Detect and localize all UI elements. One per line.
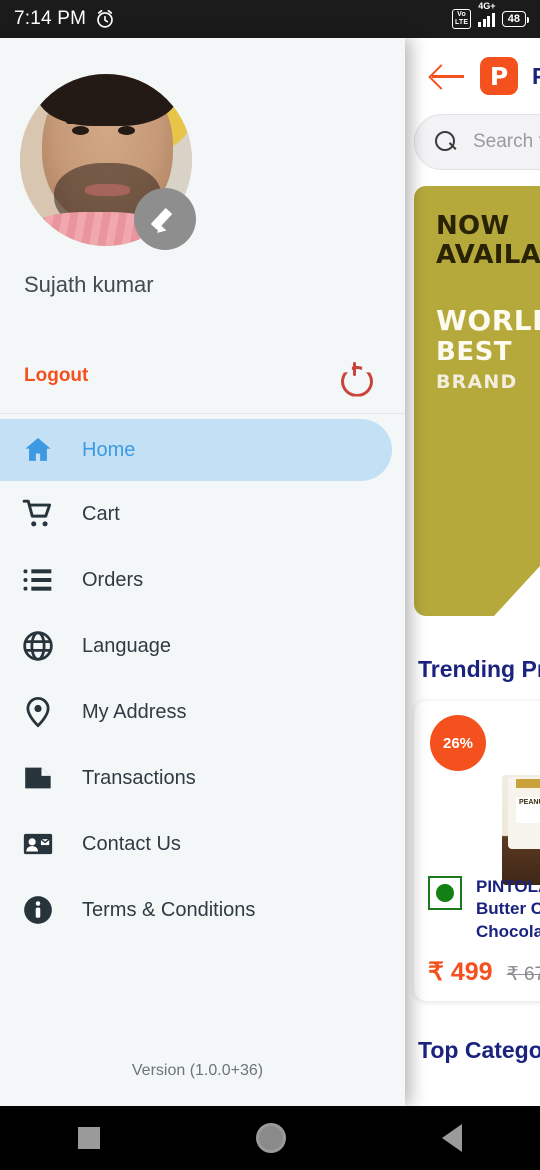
sidebar-item-label: Contact Us — [82, 832, 181, 855]
signal-strength-icon: 4G+ — [478, 1, 496, 27]
avatar-mouth — [85, 184, 131, 197]
globe-icon — [23, 631, 53, 661]
list-icon — [23, 569, 52, 591]
volte-badge: Vo LTE — [451, 9, 472, 29]
sidebar-item-language[interactable]: Language — [0, 613, 405, 679]
sidebar-item-cart[interactable]: Cart — [0, 481, 405, 547]
recents-square-icon[interactable] — [78, 1127, 100, 1149]
network-type-label: 4G+ — [478, 0, 496, 11]
discount-badge: 26% — [430, 715, 486, 771]
product-name-line-2: Butter Co — [476, 899, 540, 919]
location-pin-icon — [26, 696, 50, 728]
status-bar-right: Vo LTE 4G+ 48 — [451, 1, 530, 29]
sidebar-item-contact-us[interactable]: Contact Us — [0, 811, 405, 877]
status-bar: 7:14 PM Vo LTE 4G+ 48 — [0, 0, 540, 38]
sidebar-item-label: Home — [82, 438, 136, 461]
search-icon — [435, 131, 457, 153]
pencil-icon — [151, 205, 179, 233]
avatar-eye-left — [71, 125, 89, 135]
home-icon — [25, 438, 51, 461]
sidebar-item-home[interactable]: Home — [0, 419, 392, 481]
promo-banner[interactable]: NOW AVAILABLE WORLD'S BEST BRAND — [414, 186, 540, 616]
power-icon[interactable] — [339, 361, 369, 391]
trending-products-title: Trending Pro — [418, 656, 540, 682]
product-name-line-3: Chocolate — [476, 921, 540, 941]
avatar-brow-left — [66, 118, 90, 124]
avatar-brow-right — [114, 118, 138, 124]
banner-line-5: BRAND — [436, 371, 518, 394]
product-prices: ₹ 499 ₹ 674 — [428, 957, 540, 987]
user-name: Sujath kumar — [24, 272, 154, 297]
avatar-container — [20, 74, 196, 250]
banner-decorative-wedge — [494, 366, 540, 616]
logout-label: Logout — [24, 364, 89, 386]
product-card[interactable]: 26% PEANUT BUTTER PINTOLA Butter Co Choc… — [414, 701, 540, 1001]
product-name: PINTOLA Butter Co Chocolate — [476, 876, 540, 943]
avatar-hair — [37, 74, 179, 126]
sidebar-item-label: Terms & Conditions — [82, 898, 256, 921]
sidebar-item-terms-conditions[interactable]: Terms & Conditions — [0, 877, 405, 943]
back-triangle-icon[interactable] — [442, 1124, 462, 1152]
top-categories-title: Top Categori — [418, 1037, 540, 1063]
sidebar-item-transactions[interactable]: Transactions — [0, 745, 405, 811]
sidebar-item-label: Transactions — [82, 766, 196, 789]
navigation-drawer: Sujath kumar Logout Home Cart Orders Lan… — [0, 38, 405, 1106]
app-logo: P — [480, 57, 518, 95]
app-title: P — [532, 62, 540, 89]
product-name-line-1: PINTOLA — [476, 876, 540, 896]
clock-time: 7:14 PM — [14, 8, 87, 29]
veg-icon — [428, 875, 462, 910]
contact-card-icon — [23, 833, 53, 855]
banner-line-1: NOW — [436, 211, 510, 241]
signal-bars — [478, 12, 495, 27]
sidebar-item-label: Cart — [82, 502, 120, 525]
banner-line-4: BEST — [436, 337, 513, 368]
product-old-price: ₹ 674 — [506, 964, 540, 985]
product-image: PEANUT BUTTER — [502, 775, 540, 885]
alarm-clock-icon — [97, 9, 113, 28]
banner-line-3: WORLD'S — [436, 304, 540, 338]
search-placeholder: Search fo — [473, 131, 540, 152]
jar-label: PEANUT BUTTER — [516, 797, 540, 823]
avatar-eye-right — [118, 125, 136, 135]
status-bar-left: 7:14 PM — [14, 8, 116, 30]
banner-line-2: AVAILABLE — [436, 240, 540, 271]
app-version-label: Version (1.0.0+36) — [131, 1062, 264, 1079]
search-input[interactable]: Search fo — [414, 114, 540, 170]
sidebar-item-label: My Address — [82, 700, 187, 723]
product-price: ₹ 499 — [428, 958, 493, 986]
cart-icon — [22, 499, 52, 527]
document-icon — [25, 767, 51, 789]
product-jar: PEANUT BUTTER — [508, 777, 540, 849]
android-navigation-bar — [0, 1106, 540, 1170]
home-circle-icon[interactable] — [256, 1123, 286, 1153]
phone-screen: 7:14 PM Vo LTE 4G+ 48 P P Search NOW AVA… — [0, 0, 540, 1170]
sidebar-item-my-address[interactable]: My Address — [0, 679, 405, 745]
edit-profile-button[interactable] — [134, 188, 196, 250]
battery-indicator: 48 — [501, 11, 530, 27]
sidebar-item-label: Orders — [82, 568, 144, 591]
sidebar-item-label: Language — [82, 634, 171, 657]
sidebar-item-orders[interactable]: Orders — [0, 547, 405, 613]
drawer-menu: Home Cart Orders Language My Address Tra… — [0, 419, 405, 943]
back-arrow-icon[interactable] — [432, 63, 466, 89]
jar-cap — [516, 779, 540, 788]
logout-row[interactable]: Logout — [0, 338, 405, 414]
info-circle-icon — [24, 896, 52, 924]
product-meta: PINTOLA Butter Co Chocolate — [428, 875, 540, 943]
